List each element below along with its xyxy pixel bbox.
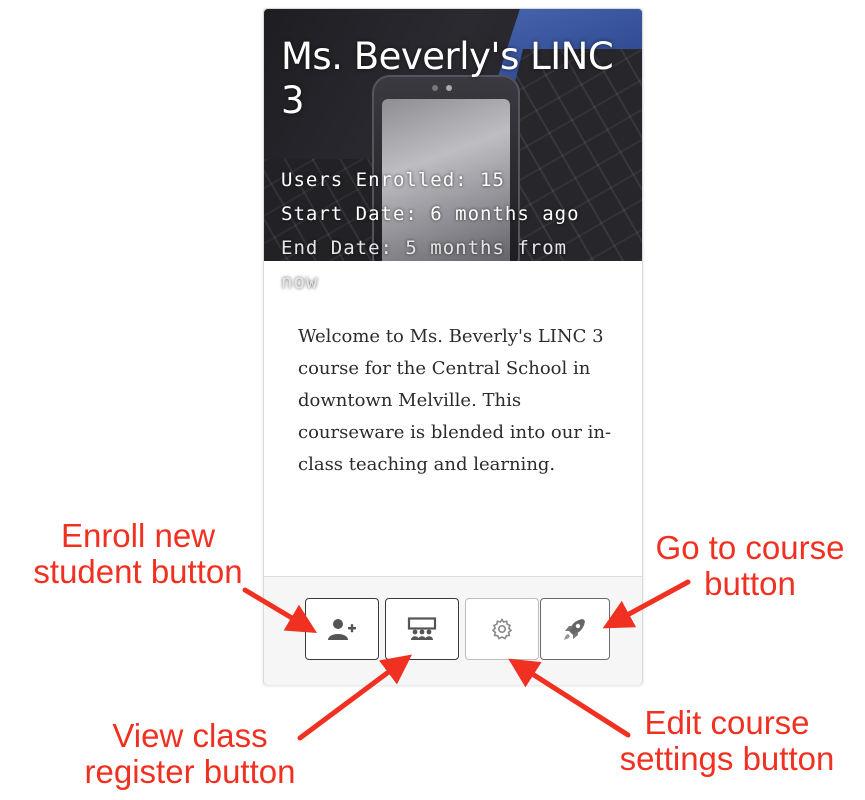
enroll-annotation: Enroll new student button <box>33 517 243 590</box>
rocket-icon <box>564 619 585 640</box>
gear-icon <box>491 618 513 640</box>
users-enrolled: Users Enrolled: 15 <box>281 169 505 191</box>
course-card: Ms. Beverly's LINC 3 Users Enrolled: 15 … <box>263 8 643 685</box>
go-to-course-annotation: Go to course button <box>655 529 845 602</box>
card-footer <box>264 576 642 685</box>
user-plus-icon <box>328 619 356 640</box>
classroom-icon <box>407 617 437 640</box>
register-annotation: View class register button <box>84 717 296 790</box>
start-date: Start Date: 6 months ago <box>281 203 580 225</box>
course-meta: Users Enrolled: 15 Start Date: 6 months … <box>281 163 611 299</box>
go-to-course-button[interactable] <box>540 598 610 660</box>
class-register-button[interactable] <box>385 598 459 660</box>
settings-annotation: Edit course settings button <box>619 704 835 777</box>
course-summary: Welcome to Ms. Beverly's LINC 3 course f… <box>298 326 612 475</box>
course-settings-button[interactable] <box>465 598 539 660</box>
course-title[interactable]: Ms. Beverly's LINC 3 <box>281 35 636 123</box>
enroll-student-button[interactable] <box>305 598 379 660</box>
end-date: End Date: 5 months from now <box>281 237 568 293</box>
